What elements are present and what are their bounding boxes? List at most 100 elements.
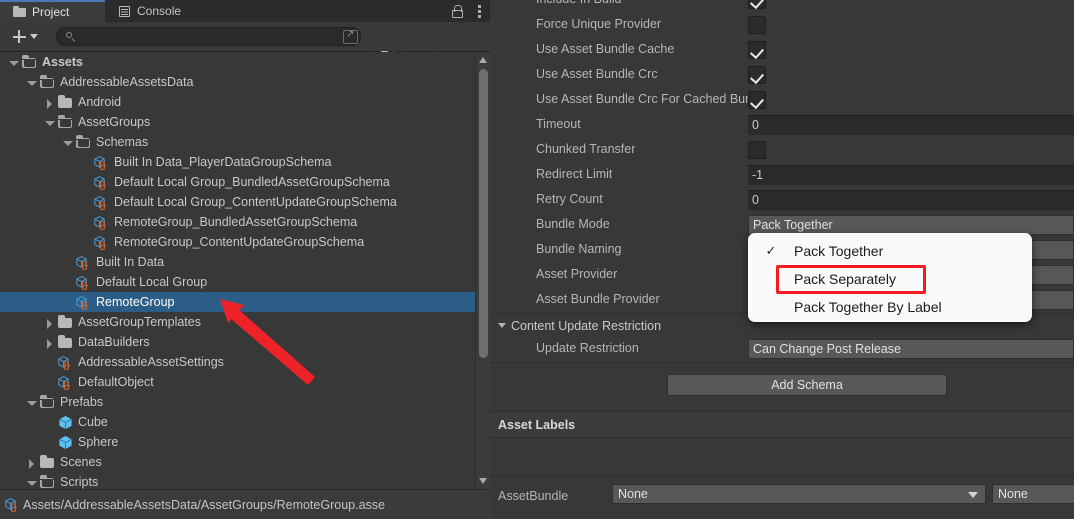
tree-row-label: AssetGroupTemplates xyxy=(78,315,201,329)
assetbundle-variant-dropdown[interactable]: None xyxy=(992,484,1074,504)
bundle-mode-dropdown-menu[interactable]: ✓ Pack Together Pack Separately Pack Tog… xyxy=(748,233,1032,322)
tab-project[interactable]: Project xyxy=(0,0,105,22)
inspector-dropdown[interactable]: Pack Together xyxy=(748,215,1074,235)
add-schema-button[interactable]: Add Schema xyxy=(667,374,947,396)
add-schema-section: Add Schema xyxy=(490,362,1074,412)
scrollbar-thumb[interactable] xyxy=(478,69,488,358)
tree-row[interactable]: Scenes xyxy=(0,452,475,472)
tree-row-label: Prefabs xyxy=(60,395,104,409)
menu-item-pack-together[interactable]: ✓ Pack Together xyxy=(748,238,1032,264)
scriptable-object-icon: {} xyxy=(93,155,110,170)
content-update-restriction-title: Content Update Restriction xyxy=(511,318,662,333)
unity-editor-window: Project Console ↗ Assets AddressableAsse… xyxy=(0,0,1074,519)
tree-row[interactable]: Android xyxy=(0,92,475,112)
tree-row[interactable]: {} Built In Data_PlayerDataGroupSchema xyxy=(0,152,475,172)
inspector-row: Use Asset Bundle Cache xyxy=(490,38,1074,63)
update-restriction-dropdown[interactable]: Can Change Post Release xyxy=(748,339,1074,359)
checkbox-unchecked[interactable] xyxy=(748,141,766,159)
scroll-down-arrow-icon[interactable] xyxy=(479,478,487,484)
tree-row-label: Sphere xyxy=(78,435,119,449)
add-asset-button[interactable] xyxy=(4,26,46,47)
checkbox-unchecked[interactable] xyxy=(748,16,766,34)
project-tree-scrollbar[interactable] xyxy=(475,52,490,489)
tree-expand-arrow-icon[interactable] xyxy=(7,56,20,69)
tree-row[interactable]: {} Default Local Group_BundledAssetGroupS… xyxy=(0,172,475,192)
checkbox-checked[interactable] xyxy=(748,66,766,84)
menu-item-label: Pack Together xyxy=(794,243,884,259)
scriptable-object-icon: {} xyxy=(4,497,21,512)
tree-expand-arrow-icon[interactable] xyxy=(25,396,38,409)
tree-arrow-spacer xyxy=(79,156,92,169)
inspector-row-label: Force Unique Provider xyxy=(536,17,662,31)
tree-row-label: Scenes xyxy=(60,455,102,469)
tree-expand-arrow-icon[interactable] xyxy=(43,336,56,349)
tree-arrow-spacer xyxy=(79,176,92,189)
tree-row[interactable]: Sphere xyxy=(0,432,475,452)
inspector-text-field[interactable]: 0 xyxy=(748,190,1074,210)
tree-arrow-spacer xyxy=(79,236,92,249)
checkbox-checked[interactable] xyxy=(748,0,766,9)
tree-arrow-spacer xyxy=(61,256,74,269)
menu-item-pack-together-by-label[interactable]: Pack Together By Label xyxy=(748,294,1032,320)
tree-row[interactable]: {} Built In Data xyxy=(0,252,475,272)
inspector-row: Chunked Transfer xyxy=(490,138,1074,163)
tree-row[interactable]: {} Default Local Group_ContentUpdateGroup… xyxy=(0,192,475,212)
tab-console[interactable]: Console xyxy=(105,0,220,22)
tree-expand-arrow-icon[interactable] xyxy=(25,456,38,469)
inspector-row: Use Asset Bundle Crc For Cached Bundles xyxy=(490,88,1074,113)
tree-expand-arrow-icon[interactable] xyxy=(43,116,56,129)
search-field[interactable] xyxy=(56,27,361,46)
tree-row-label: Default Local Group xyxy=(96,275,208,289)
inspector-row-label: Use Asset Bundle Crc xyxy=(536,67,658,81)
folder-open-icon xyxy=(39,395,56,410)
save-search-icon[interactable] xyxy=(343,29,358,44)
tree-row[interactable]: {} RemoteGroup_ContentUpdateGroupSchema xyxy=(0,232,475,252)
checkbox-checked[interactable] xyxy=(748,41,766,59)
tree-row[interactable]: Scripts xyxy=(0,472,475,489)
tree-arrow-spacer xyxy=(61,276,74,289)
tab-console-label: Console xyxy=(137,4,182,18)
folder-icon xyxy=(13,6,27,18)
tree-expand-arrow-icon[interactable] xyxy=(43,96,56,109)
scriptable-object-icon: {} xyxy=(75,295,92,310)
folder-closed-icon xyxy=(57,95,74,110)
kebab-menu-icon[interactable] xyxy=(478,5,482,18)
assetbundle-name-dropdown[interactable]: None xyxy=(612,484,986,504)
inspector-row-label: Retry Count xyxy=(536,192,603,206)
lock-icon[interactable] xyxy=(451,4,464,18)
tree-expand-arrow-icon[interactable] xyxy=(43,316,56,329)
tree-row[interactable]: Schemas xyxy=(0,132,475,152)
project-panel: Project Console ↗ Assets AddressableAsse… xyxy=(0,0,490,519)
tree-arrow-spacer xyxy=(79,196,92,209)
tree-row[interactable]: Assets xyxy=(0,52,475,72)
foldout-triangle-icon xyxy=(498,323,506,328)
scriptable-object-icon: {} xyxy=(93,195,110,210)
inspector-row-label: Use Asset Bundle Crc For Cached Bundles xyxy=(536,92,748,106)
search-input[interactable] xyxy=(78,29,360,44)
tree-row[interactable]: Cube xyxy=(0,412,475,432)
assetbundle-variant-value: None xyxy=(998,487,1028,501)
checkbox-checked[interactable] xyxy=(748,91,766,109)
scriptable-object-icon: {} xyxy=(75,255,92,270)
tree-row-label: DataBuilders xyxy=(78,335,150,349)
inspector-text-field[interactable]: -1 xyxy=(748,165,1074,185)
status-bar: {} Assets/AddressableAssetsData/AssetGro… xyxy=(0,489,490,519)
menu-item-pack-separately[interactable]: Pack Separately xyxy=(748,266,1032,292)
tree-row[interactable]: AssetGroups xyxy=(0,112,475,132)
tree-expand-arrow-icon[interactable] xyxy=(61,136,74,149)
project-asset-tree[interactable]: Assets AddressableAssetsData Android AssetG… xyxy=(0,52,475,489)
tree-row-label: RemoteGroup_BundledAssetGroupSchema xyxy=(114,215,358,229)
tree-row[interactable]: {} RemoteGroup_BundledAssetGroupSchema xyxy=(0,212,475,232)
inspector-text-field[interactable]: 0 xyxy=(748,115,1074,135)
menu-item-label: Pack Separately xyxy=(794,271,896,287)
panel-tab-strip: Project Console xyxy=(0,0,490,22)
tree-row[interactable]: AddressableAssetsData xyxy=(0,72,475,92)
project-toolbar: 12 xyxy=(0,22,490,73)
tree-row[interactable]: Prefabs xyxy=(0,392,475,412)
scroll-up-arrow-icon[interactable] xyxy=(479,57,487,63)
tree-expand-arrow-icon[interactable] xyxy=(25,76,38,89)
scriptable-object-icon: {} xyxy=(93,235,110,250)
tree-row-label: RemoteGroup xyxy=(96,295,175,309)
inspector-row: Force Unique Provider xyxy=(490,13,1074,38)
tree-expand-arrow-icon[interactable] xyxy=(25,476,38,489)
